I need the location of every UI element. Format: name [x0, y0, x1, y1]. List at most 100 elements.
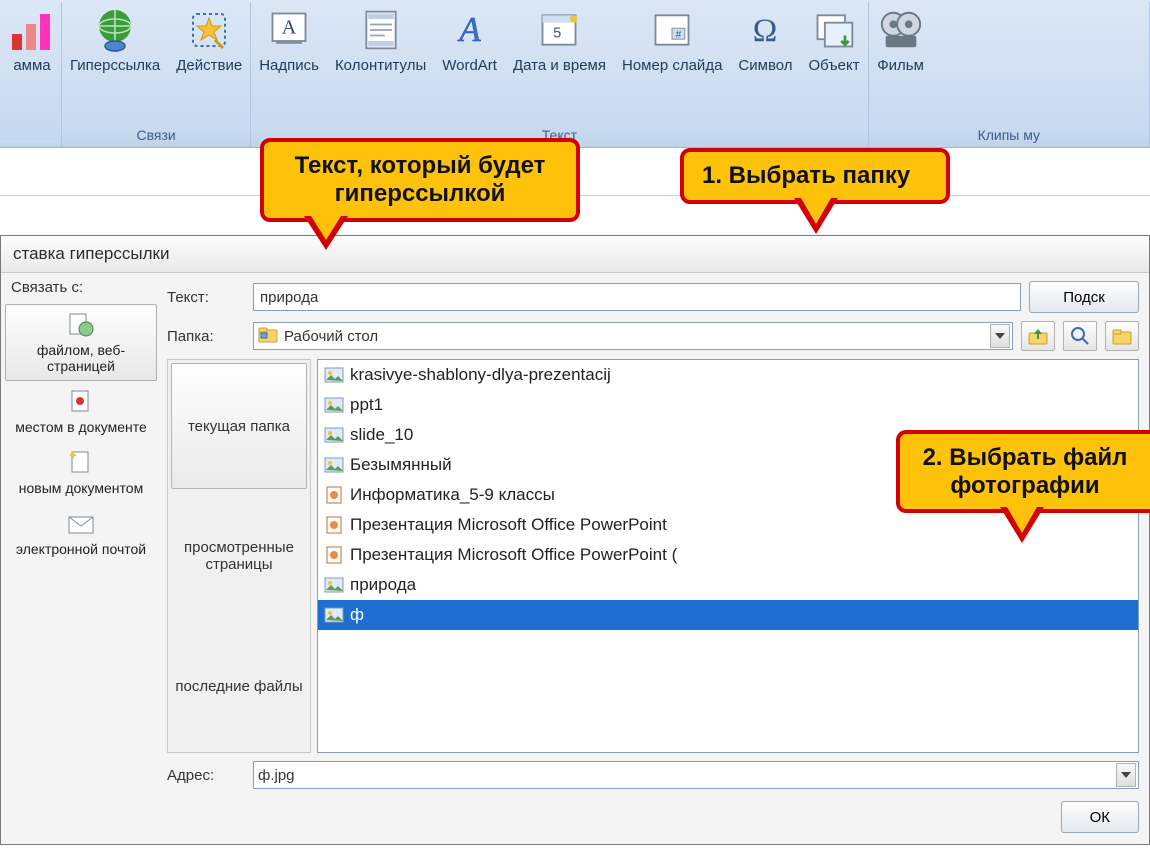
file-name: ф	[350, 601, 364, 629]
link-to-panel: Связать с: файлом, веб-страницей местом в…	[1, 273, 161, 843]
file-item[interactable]: природа	[318, 570, 1138, 600]
file-name: Презентация Microsoft Office PowerPoint	[350, 511, 667, 539]
ribbon-chart-label: амма	[13, 58, 50, 75]
browse-file-button[interactable]	[1105, 321, 1139, 351]
ribbon-object-button[interactable]: Объект	[801, 2, 868, 77]
folder-dropdown[interactable]: Рабочий стол	[253, 322, 1013, 350]
ribbon-headerfooter-button[interactable]: Колонтитулы	[327, 2, 434, 77]
file-item[interactable]: ф	[318, 600, 1138, 630]
image-file-icon	[324, 455, 344, 475]
file-name: Информатика_5-9 классы	[350, 481, 555, 509]
ppt-file-icon	[324, 485, 344, 505]
file-name: slide_10	[350, 421, 413, 449]
address-label: Адрес:	[167, 767, 245, 784]
file-item[interactable]: ppt1	[318, 390, 1138, 420]
header-footer-icon	[357, 6, 405, 54]
ribbon-object-label: Объект	[809, 58, 860, 75]
image-file-icon	[324, 365, 344, 385]
svg-text:5: 5	[554, 25, 562, 41]
hyperlink-text-input[interactable]	[253, 283, 1021, 311]
ribbon-toolbar: амма Гиперссылка Действие Связи	[0, 0, 1150, 148]
ribbon-slidenum-button[interactable]: # Номер слайда	[614, 2, 730, 77]
chart-icon	[8, 6, 56, 54]
callout-select-folder: 1. Выбрать папку	[680, 148, 950, 204]
date-time-icon: 5	[535, 6, 583, 54]
ppt-file-icon	[324, 545, 344, 565]
wordart-a-icon: A	[446, 6, 494, 54]
link-to-label: местом в документе	[15, 419, 147, 435]
new-doc-icon	[66, 449, 96, 477]
ribbon-datetime-button[interactable]: 5 Дата и время	[505, 2, 614, 77]
callout-arrow-icon	[304, 216, 348, 250]
star-action-icon	[185, 6, 233, 54]
folder-value: Рабочий стол	[284, 328, 378, 345]
link-to-file-web-button[interactable]: файлом, веб-страницей	[5, 304, 157, 381]
address-value: ф.jpg	[258, 767, 295, 784]
file-list[interactable]: krasivye-shablony-dlya-prezentacijppt1sl…	[317, 359, 1139, 753]
film-icon	[877, 6, 925, 54]
image-file-icon	[324, 605, 344, 625]
ribbon-slidenum-label: Номер слайда	[622, 58, 722, 75]
link-to-label: Связать с:	[5, 279, 157, 302]
link-to-new-doc-button[interactable]: новым документом	[5, 442, 157, 503]
look-in-tabs: текущая папкапросмотрен­ные страницыпосл…	[167, 359, 311, 753]
ribbon-action-button[interactable]: Действие	[168, 2, 250, 77]
file-name: Презентация Microsoft Office PowerPoint …	[350, 541, 677, 569]
link-to-label: электронной почтой	[16, 541, 146, 557]
image-file-icon	[324, 425, 344, 445]
callout-select-file: 2. Выбрать файл фотографии	[896, 430, 1150, 513]
ribbon-wordart-button[interactable]: A WordArt	[434, 2, 505, 77]
chevron-down-icon[interactable]	[1116, 763, 1136, 787]
ribbon-symbol-label: Символ	[738, 58, 792, 75]
file-name: Безымянный	[350, 451, 452, 479]
ok-button[interactable]: ОК	[1061, 801, 1139, 833]
image-file-icon	[324, 575, 344, 595]
ribbon-wordart-label: WordArt	[442, 58, 497, 75]
ribbon-group0-label	[0, 141, 61, 147]
link-to-email-button[interactable]: электронной почтой	[5, 503, 157, 564]
ribbon-movie-button[interactable]: Фильм	[869, 2, 933, 77]
ribbon-hyperlink-label: Гиперссылка	[70, 58, 160, 75]
image-file-icon	[324, 395, 344, 415]
browse-web-button[interactable]	[1063, 321, 1097, 351]
dialog-title: ставка гиперссылки	[1, 236, 1149, 273]
callout-text-hyperlink: Текст, который будет гиперссылкой	[260, 138, 580, 222]
ribbon-textbox-button[interactable]: A Надпись	[251, 2, 327, 77]
file-name: krasivye-shablony-dlya-prezentacij	[350, 361, 611, 389]
ribbon-datetime-label: Дата и время	[513, 58, 606, 75]
screentip-button[interactable]: Подск	[1029, 281, 1139, 313]
email-icon	[66, 510, 96, 538]
lookin-tab[interactable]: просмотрен­ные страницы	[171, 493, 307, 619]
text-label: Текст:	[167, 289, 245, 306]
link-to-place-doc-button[interactable]: местом в документе	[5, 381, 157, 442]
object-icon	[810, 6, 858, 54]
address-dropdown[interactable]: ф.jpg	[253, 761, 1139, 789]
globe-link-icon	[91, 6, 139, 54]
up-folder-button[interactable]	[1021, 321, 1055, 351]
chevron-down-icon[interactable]	[990, 324, 1010, 348]
file-item[interactable]: krasivye-shablony-dlya-prezentacij	[318, 360, 1138, 390]
ribbon-chart-button[interactable]: амма	[0, 2, 64, 77]
slide-number-icon: #	[648, 6, 696, 54]
link-to-label: новым документом	[19, 480, 143, 496]
svg-text:A: A	[457, 10, 481, 49]
file-item[interactable]: Презентация Microsoft Office PowerPoint …	[318, 540, 1138, 570]
svg-text:#: #	[676, 29, 682, 40]
lookin-tab[interactable]: последние файлы	[171, 623, 307, 749]
ribbon-hyperlink-button[interactable]: Гиперссылка	[62, 2, 168, 77]
callout-arrow-icon	[794, 198, 838, 234]
ribbon-group1-label: Связи	[62, 125, 250, 147]
ppt-file-icon	[324, 515, 344, 535]
file-web-icon	[66, 311, 96, 339]
callout-arrow-icon	[1000, 507, 1044, 543]
ribbon-action-label: Действие	[176, 58, 242, 75]
textbox-a-icon: A	[265, 6, 313, 54]
desktop-folder-icon	[258, 325, 278, 347]
file-name: природа	[350, 571, 416, 599]
place-doc-icon	[66, 388, 96, 416]
lookin-tab[interactable]: текущая папка	[171, 363, 307, 489]
ribbon-textbox-label: Надпись	[259, 58, 319, 75]
ribbon-symbol-button[interactable]: Ω Символ	[730, 2, 800, 77]
file-name: ppt1	[350, 391, 383, 419]
insert-hyperlink-dialog: ставка гиперссылки Связать с: файлом, ве…	[0, 235, 1150, 845]
